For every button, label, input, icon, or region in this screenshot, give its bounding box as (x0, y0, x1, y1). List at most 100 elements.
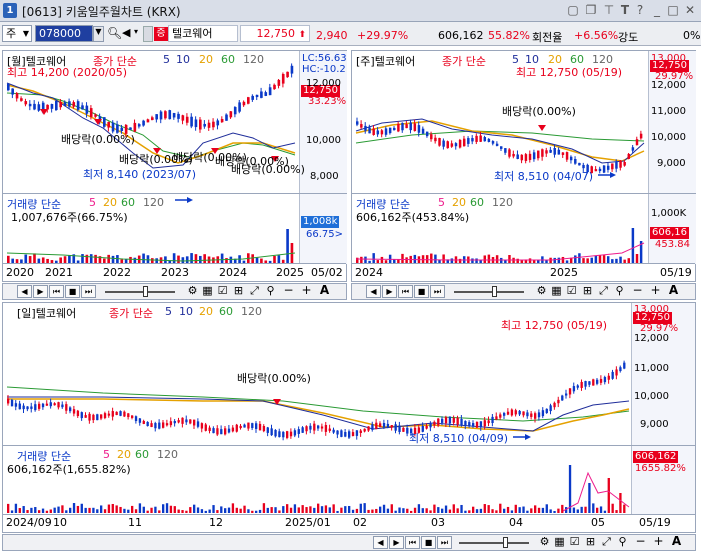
fit-icon[interactable]: ⤢ (596, 285, 611, 298)
volume-bar (340, 507, 343, 513)
volume-bar (76, 505, 80, 513)
first-button[interactable]: ⏮ (405, 536, 420, 549)
first-button[interactable]: ⏮ (49, 285, 64, 298)
font-T-button[interactable]: T (618, 3, 632, 17)
fit-icon[interactable]: ⤢ (247, 285, 262, 298)
monthly-chart-panel[interactable]: [월]텔코웨어 종가 단순 5 10 20 60 120 최고 14,200 (… (2, 50, 347, 282)
candle (367, 426, 370, 431)
magnifier-icon[interactable]: ⚲ (612, 285, 627, 298)
auto-scale-button[interactable]: A (666, 284, 681, 298)
pin-icon[interactable]: ⊤ (602, 3, 616, 17)
stop-button[interactable]: ■ (65, 285, 80, 298)
checkbox-icon[interactable]: ☑ (564, 285, 579, 298)
prev-button[interactable]: ◀ (366, 285, 381, 298)
daily-vol-ma-120: 120 (157, 448, 178, 461)
auto-scale-button[interactable]: A (317, 284, 332, 298)
weekly-vol-tick: 1,000K (651, 208, 687, 219)
chevron-down-icon[interactable]: ▾ (134, 27, 138, 36)
fit-icon[interactable]: ⤢ (599, 536, 614, 549)
volume-bar (434, 254, 437, 263)
candle (580, 381, 583, 388)
volume-bar (561, 504, 564, 513)
candle (468, 422, 471, 427)
volume-bar (10, 510, 14, 513)
monthly-x-tick: 2021 (45, 266, 73, 279)
last-button[interactable]: ⏭ (81, 285, 96, 298)
monthly-volume-axis: 1,008k 66.75> (299, 194, 347, 264)
weekly-chart-panel[interactable]: [주]텔코웨어 종가 단순 5 10 20 60 120 최고 12,750 (… (351, 50, 696, 282)
stop-button[interactable]: ■ (421, 536, 436, 549)
zoom-slider[interactable] (454, 291, 524, 293)
prev-button[interactable]: ◀ (17, 285, 32, 298)
last-button[interactable]: ⏭ (430, 285, 445, 298)
zoom-in-button[interactable]: + (648, 284, 663, 298)
zoom-slider[interactable] (105, 291, 175, 293)
volume-bar (185, 510, 188, 513)
candle (107, 122, 110, 128)
candle (85, 105, 89, 114)
candle (376, 130, 380, 135)
volume-bar (578, 253, 581, 263)
help-button[interactable]: ? (633, 3, 647, 17)
candle (405, 124, 408, 129)
volume-bar (165, 503, 169, 513)
crosshair-icon[interactable]: ⊞ (583, 536, 598, 549)
volume-bar (491, 509, 494, 513)
zoom-slider-handle[interactable] (492, 286, 497, 297)
volume-bar (220, 253, 224, 263)
next-button[interactable]: ▶ (382, 285, 397, 298)
gear-icon[interactable]: ⚙ (537, 536, 552, 549)
zoom-slider-handle[interactable] (503, 537, 508, 548)
candle (26, 406, 29, 410)
zoom-slider[interactable] (459, 542, 529, 544)
volume-bar (568, 465, 572, 513)
first-button[interactable]: ⏮ (398, 285, 413, 298)
volume-bar (172, 253, 176, 263)
speaker-icon[interactable]: ◀ (122, 26, 130, 39)
copy-icon[interactable]: ❐ (584, 3, 598, 17)
volume-bar (89, 254, 93, 263)
magnifier-icon[interactable]: ⚲ (263, 285, 278, 298)
zoom-out-button[interactable]: − (630, 284, 645, 298)
next-button[interactable]: ▶ (33, 285, 48, 298)
maximize-icon[interactable]: □ (666, 3, 680, 17)
market-select[interactable]: 주 ▼ (2, 25, 32, 42)
candle (603, 377, 607, 383)
grid-icon[interactable]: ▦ (552, 536, 567, 549)
checkbox-icon[interactable]: ☑ (567, 536, 582, 549)
daily-chart-panel[interactable]: [일]텔코웨어 종가 단순 5 10 20 60 120 최고 12,750 (… (2, 302, 696, 533)
up-arrow-icon: ⬆ (298, 30, 306, 40)
restore-icon[interactable]: ▢ (566, 3, 580, 17)
next-button[interactable]: ▶ (389, 536, 404, 549)
gear-icon[interactable]: ⚙ (185, 285, 200, 298)
candle (212, 121, 215, 128)
checkbox-icon[interactable]: ☑ (215, 285, 230, 298)
last-button[interactable]: ⏭ (437, 536, 452, 549)
stop-button[interactable]: ■ (414, 285, 429, 298)
zoom-out-button[interactable]: − (281, 284, 296, 298)
auto-scale-button[interactable]: A (669, 535, 684, 549)
crosshair-icon[interactable]: ⊞ (231, 285, 246, 298)
zoom-in-button[interactable]: + (299, 284, 314, 298)
search-icon[interactable]: 🔍︎ (107, 26, 122, 40)
grid-icon[interactable]: ▦ (200, 285, 215, 298)
monthly-volume-plot (6, 229, 296, 263)
magnifier-icon[interactable]: ⚲ (615, 536, 630, 549)
prev-button[interactable]: ◀ (373, 536, 388, 549)
minimize-icon[interactable]: _ (650, 3, 664, 17)
grid-icon[interactable]: ▦ (549, 285, 564, 298)
candle (68, 101, 71, 107)
candle (532, 152, 536, 160)
close-icon[interactable]: ✕ (683, 3, 697, 17)
candle (123, 411, 126, 417)
code-input[interactable]: 078000 (35, 25, 93, 42)
volume-bar (190, 253, 193, 263)
candle (475, 421, 479, 428)
zoom-out-button[interactable]: − (633, 535, 648, 549)
zoom-in-button[interactable]: + (651, 535, 666, 549)
zoom-slider-handle[interactable] (143, 286, 148, 297)
crosshair-icon[interactable]: ⊞ (580, 285, 595, 298)
code-dropdown-button[interactable]: ▼ (93, 26, 104, 42)
gear-icon[interactable]: ⚙ (534, 285, 549, 298)
volume-bar (61, 505, 64, 513)
